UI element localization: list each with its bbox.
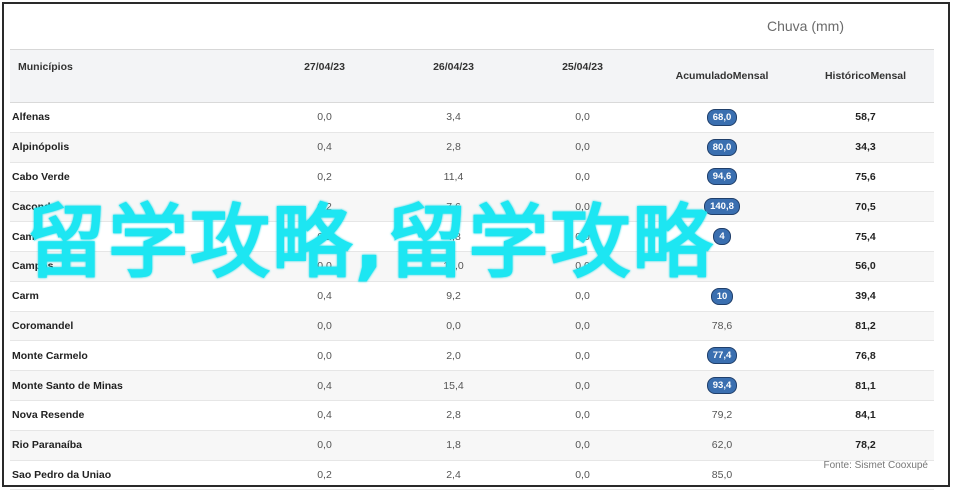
header-date-2: 26/04/23 — [433, 61, 474, 73]
table-body: Alfenas 0,0 3,4 0,0 68,0 58,7 Alpinópolis 0,4 2,… — [10, 103, 934, 491]
cell-acumulado: 62,0 — [647, 431, 797, 460]
header-historico: Histórico Mensal — [797, 50, 934, 102]
header-date-1: 27/04/23 — [304, 61, 345, 73]
watermark-overlay-text: 留学攻略,留学攻略 — [26, 196, 715, 289]
cell-municipio: Sao Pedro da Uniao — [12, 468, 112, 481]
header-acumulado-line2: Mensal — [732, 69, 769, 82]
cell-historico: 84,1 — [855, 409, 876, 422]
header-acumulado: Acumulado Mensal — [647, 50, 797, 102]
header-historico-line2: Mensal — [870, 69, 907, 82]
cell-date-2: 2,8 — [446, 409, 461, 422]
table-row: Nova Resende 0,4 2,8 0,0 79,2 84,1 — [10, 401, 934, 431]
cell-date-2: 0,0 — [446, 319, 461, 332]
cell-acumulado: 94,6 — [647, 163, 797, 192]
cell-municipio: Nova Resende — [12, 409, 85, 422]
cell-date-1: 0,2 — [317, 468, 332, 481]
cell-date-3: 0,0 — [575, 439, 590, 452]
cell-historico: 58,7 — [855, 111, 876, 124]
cell-date-2: 15,4 — [443, 379, 464, 392]
cell-acumulado: 68,0 — [647, 103, 797, 132]
cell-historico: 75,6 — [855, 170, 876, 183]
header-municipios: Municípios — [18, 61, 73, 73]
cell-date-3: 0,0 — [575, 111, 590, 124]
cell-date-3: 0,0 — [575, 319, 590, 332]
cell-date-1: 0,0 — [317, 319, 332, 332]
cell-date-3: 0,0 — [575, 468, 590, 481]
table-row: Monte Santo de Minas 0,4 15,4 0,0 93,4 81,1 — [10, 371, 934, 401]
table-row: Coromandel 0,0 0,0 0,0 78,6 81,2 — [10, 311, 934, 342]
cell-date-1: 0,2 — [317, 170, 332, 183]
cell-date-2: 3,4 — [446, 111, 461, 124]
table-row: Alfenas 0,0 3,4 0,0 68,0 58,7 — [10, 103, 934, 133]
cell-acumulado: 93,4 — [647, 371, 797, 400]
cell-date-3: 0,0 — [575, 379, 590, 392]
cell-municipio: Alpinópolis — [12, 141, 70, 154]
cell-municipio: Rio Paranaíba — [12, 439, 83, 452]
cell-date-1: 0,4 — [317, 379, 332, 392]
cell-acumulado: 78,6 — [647, 312, 797, 341]
cell-acumulado: 80,0 — [647, 133, 797, 162]
table-header: Municípios 27/04/23 26/04/23 25/04/23 Ac… — [10, 50, 934, 103]
cell-date-3: 0,0 — [575, 409, 590, 422]
cell-date-1: 0,0 — [317, 349, 332, 362]
header-acumulado-line1: Acumulado — [675, 69, 733, 82]
acumulado-badge: 80,0 — [706, 138, 738, 156]
cell-acumulado: 85,0 — [647, 461, 797, 490]
acumulado-badge: 93,4 — [706, 377, 738, 395]
cell-date-1: 0,4 — [317, 409, 332, 422]
acumulado-value: 79,2 — [711, 409, 733, 422]
cell-date-2: 2,4 — [446, 468, 461, 481]
cell-historico: 81,2 — [855, 319, 876, 332]
cell-date-3: 0,0 — [575, 141, 590, 154]
cell-date-2: 1,8 — [446, 439, 461, 452]
table-row: Monte Carmelo 0,0 2,0 0,0 77,4 76,8 — [10, 341, 934, 372]
table-row: Cabo Verde 0,2 11,4 0,0 94,6 75,6 — [10, 163, 934, 193]
cell-historico: 34,3 — [855, 141, 876, 154]
cell-date-2: 2,8 — [446, 141, 461, 154]
header-date-3: 25/04/23 — [562, 61, 603, 73]
cell-municipio: Alfenas — [12, 111, 50, 124]
cell-acumulado: 79,2 — [647, 401, 797, 430]
cell-municipio: Cabo Verde — [12, 170, 70, 183]
cell-date-3: 0,0 — [575, 170, 590, 183]
cell-historico: 78,2 — [855, 439, 876, 452]
cell-date-1: 0,4 — [317, 141, 332, 154]
acumulado-value: 78,6 — [711, 319, 733, 332]
cell-date-3: 0,0 — [575, 349, 590, 362]
acumulado-badge: 68,0 — [706, 108, 738, 126]
cell-date-1: 0,0 — [317, 439, 332, 452]
cell-date-2: 11,4 — [443, 170, 464, 183]
cell-historico: 81,1 — [855, 379, 876, 392]
cell-date-2: 2,0 — [446, 349, 461, 362]
cell-date-1: 0,0 — [317, 111, 332, 124]
table-row: Alpinópolis 0,4 2,8 0,0 80,0 34,3 — [10, 132, 934, 163]
header-historico-line1: Histórico — [824, 69, 871, 82]
cell-municipio: Monte Carmelo — [12, 349, 88, 362]
chuva-label: Chuva (mm) — [766, 18, 844, 34]
acumulado-value: 85,0 — [711, 468, 733, 481]
source-note: Fonte: Sismet Cooxupé — [823, 460, 929, 471]
cell-municipio: Coromandel — [12, 319, 74, 332]
cell-municipio: Monte Santo de Minas — [12, 379, 123, 392]
acumulado-badge: 94,6 — [706, 168, 738, 186]
cell-historico: 76,8 — [855, 349, 876, 362]
cell-acumulado: 77,4 — [647, 341, 797, 370]
table-row: Sao Pedro da Uniao 0,2 2,4 0,0 85,0 — [10, 461, 934, 491]
table-row: Rio Paranaíba 0,0 1,8 0,0 62,0 78,2 — [10, 430, 934, 461]
acumulado-value: 62,0 — [711, 439, 733, 452]
acumulado-badge: 77,4 — [706, 347, 738, 365]
